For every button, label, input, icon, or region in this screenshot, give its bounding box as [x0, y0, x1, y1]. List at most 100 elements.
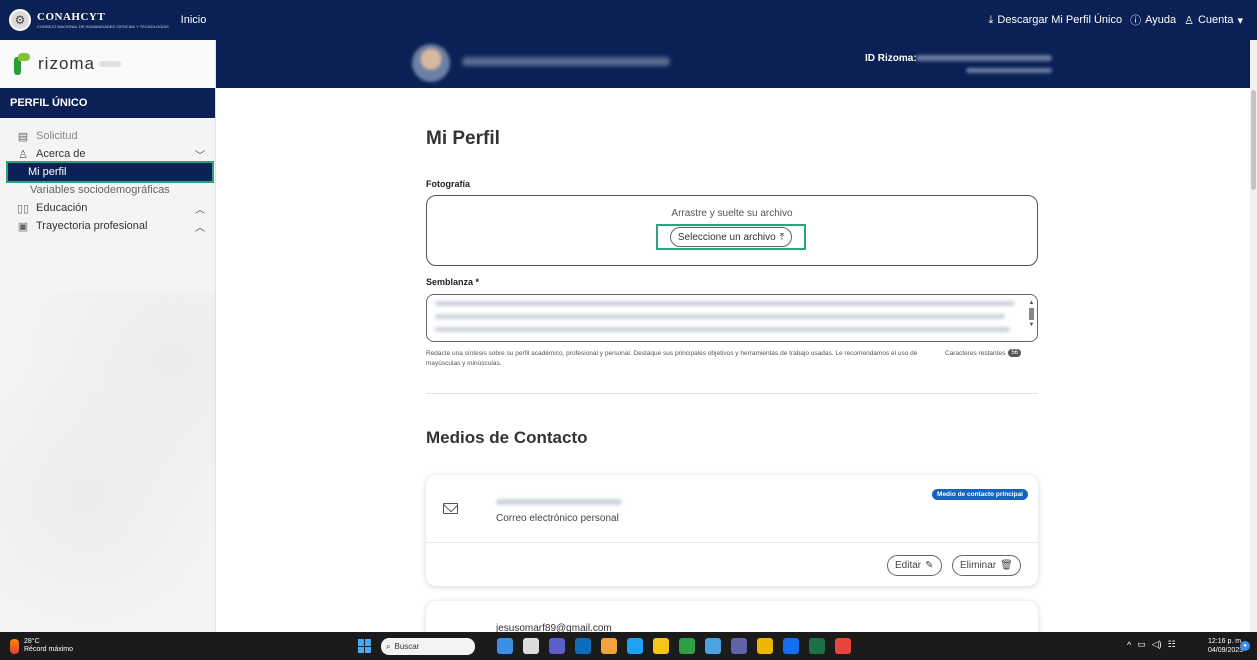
user-icon: ♙	[1184, 14, 1194, 27]
topbar-actions: ⤓ Descargar Mi Perfil Único ⓘ Ayuda ♙ Cu…	[989, 12, 1243, 28]
bing-app-icon[interactable]	[497, 638, 513, 654]
delete-label: Eliminar	[960, 560, 997, 571]
sidebar: rizoma PERFIL ÚNICO ▤ Solicitud ♙ Acerca…	[0, 40, 216, 632]
redacted-bio-line	[435, 314, 1005, 319]
file-explorer-icon[interactable]	[653, 638, 669, 654]
sidebar-item-educacion[interactable]: ▯▯ Educación ︿	[8, 199, 215, 217]
avatar	[412, 44, 450, 82]
outlook-app-icon[interactable]	[575, 638, 591, 654]
person-icon: ♙	[18, 148, 28, 161]
remaining-label: Caracteres restantes	[945, 349, 1006, 357]
pencil-icon: ✎	[925, 560, 934, 571]
bio-hint: Redacte una síntesis sobre su perfil aca…	[426, 350, 918, 367]
sidebar-item-solicitud[interactable]: ▤ Solicitud	[8, 127, 215, 145]
sidebar-item-label: Mi perfil	[28, 166, 67, 178]
scrollbar-thumb[interactable]	[1251, 90, 1256, 190]
edge-app-icon[interactable]	[627, 638, 643, 654]
brand-subtitle: CONSEJO NACIONAL DE HUMANIDADES CIENCIAS…	[37, 23, 169, 29]
chevron-up-icon: ︿	[195, 204, 205, 216]
select-file-button[interactable]: Seleccione un archivo ⤒	[669, 227, 793, 247]
rizoma-logo[interactable]: rizoma	[0, 40, 215, 88]
sidebar-item-trayectoria[interactable]: ▣ Trayectoria profesional ︿	[8, 217, 215, 235]
date: 04/09/2023	[1208, 647, 1244, 654]
redacted-email	[496, 499, 622, 505]
app-icon[interactable]	[679, 638, 695, 654]
remaining-characters: Caracteres restantes 56	[945, 349, 1022, 357]
contact-section-title: Medios de Contacto	[426, 428, 588, 447]
id-rizoma-label: ID Rizoma:	[865, 53, 917, 64]
excel-app-icon[interactable]	[809, 638, 825, 654]
sidebar-item-variables[interactable]: Variables sociodemográficas	[8, 181, 215, 199]
select-file-label: Seleccione un archivo	[677, 231, 776, 243]
trash-icon: 🗑	[1000, 560, 1013, 571]
search-icon: ⌕	[386, 641, 391, 651]
sidebar-item-label: Solicitud	[36, 130, 78, 142]
sidebar-item-label: Educación	[36, 202, 88, 214]
account-label: Cuenta	[1197, 14, 1234, 26]
time: 12:16 p. m.	[1208, 638, 1244, 645]
network-icon[interactable]: ☷	[1168, 639, 1176, 650]
account-menu[interactable]: ♙ Cuenta ▾	[1184, 14, 1243, 27]
weather-widget[interactable]: 28°C Récord máximo	[10, 638, 73, 654]
download-profile-link[interactable]: ⤓ Descargar Mi Perfil Único	[989, 14, 1123, 27]
top-navbar: ⚙ CONAHCYT CONSEJO NACIONAL DE HUMANIDAD…	[0, 0, 1257, 40]
sidebar-item-acerca-de[interactable]: ♙ Acerca de ﹀	[8, 145, 215, 163]
powerbi-app-icon[interactable]	[757, 638, 773, 654]
sidebar-item-mi-perfil[interactable]: Mi perfil	[6, 161, 214, 183]
brand-block[interactable]: CONAHCYT CONSEJO NACIONAL DE HUMANIDADES…	[37, 11, 169, 29]
page-title: Mi Perfil	[426, 128, 500, 149]
download-icon: ⤓	[988, 13, 994, 26]
bio-textarea[interactable]: ▲ ▼	[426, 294, 1038, 342]
home-link[interactable]: Inicio	[181, 14, 207, 26]
bio-label: Semblanza *	[426, 277, 480, 287]
chevron-up-icon[interactable]: ^	[1127, 640, 1131, 650]
select-file-highlight: Seleccione un archivo ⤒	[656, 224, 806, 250]
rizoma-logo-icon	[12, 53, 32, 75]
start-button-icon[interactable]	[358, 639, 372, 653]
clock[interactable]: 12:16 p. m. 04/09/2023	[1208, 637, 1243, 655]
chevron-down-icon: ﹀	[195, 150, 205, 162]
section-divider	[426, 393, 1038, 394]
profile-header-band: ID Rizoma:	[216, 40, 1250, 88]
badge-icon: ▣	[17, 220, 29, 233]
system-tray: ^ ▭ ◁) ☷	[1127, 639, 1176, 650]
chrome-profile-icon[interactable]	[835, 638, 851, 654]
sidebar-item-label: Variables sociodemográficas	[30, 184, 170, 196]
meet-app-icon[interactable]	[549, 638, 565, 654]
volume-icon[interactable]: ◁)	[1152, 639, 1162, 650]
contact-card-2: jesusomarf89@gmail.com	[426, 601, 1038, 632]
photo-dropzone[interactable]: Arrastre y suelte su archivo Seleccione …	[426, 195, 1038, 266]
edit-button[interactable]: Editar ✎	[887, 555, 942, 576]
notification-icon[interactable]: ●	[1240, 641, 1250, 651]
taskbar-apps	[497, 638, 851, 654]
display-icon[interactable]: ▭	[1137, 639, 1146, 650]
help-label: Ayuda	[1145, 14, 1177, 26]
taskbar-search[interactable]: ⌕ Buscar	[381, 638, 475, 655]
contact-email: jesusomarf89@gmail.com	[496, 623, 612, 632]
search-placeholder: Buscar	[394, 642, 420, 651]
caret-down-icon: ▾	[1237, 14, 1243, 27]
sidebar-item-label: Acerca de	[36, 148, 86, 160]
store-app-icon[interactable]	[705, 638, 721, 654]
page-scrollbar[interactable]	[1250, 40, 1257, 632]
government-seal-icon: ⚙	[9, 9, 31, 31]
task-view-icon[interactable]	[523, 638, 539, 654]
help-link[interactable]: ⓘ Ayuda	[1130, 12, 1176, 28]
app-icon[interactable]	[783, 638, 799, 654]
delete-button[interactable]: Eliminar 🗑	[952, 555, 1021, 576]
redacted-user-name	[462, 57, 670, 66]
book-icon: ▯▯	[16, 202, 30, 215]
sidebar-background-pattern	[0, 292, 216, 632]
sidebar-item-label: Trayectoria profesional	[36, 220, 148, 232]
teams-app-icon[interactable]	[731, 638, 747, 654]
chrome-app-icon[interactable]	[601, 638, 617, 654]
textarea-scrollbar[interactable]: ▲ ▼	[1028, 299, 1035, 339]
document-icon: ▤	[17, 130, 29, 143]
weather-text: Récord máximo	[24, 646, 74, 653]
chevron-up-icon: ︿	[195, 222, 205, 234]
section-header: PERFIL ÚNICO	[0, 88, 215, 118]
upload-icon: ⤒	[779, 231, 785, 243]
redacted-bio-line	[435, 301, 1015, 306]
photo-label: Fotografía	[426, 179, 470, 189]
help-icon: ⓘ	[1130, 15, 1142, 27]
